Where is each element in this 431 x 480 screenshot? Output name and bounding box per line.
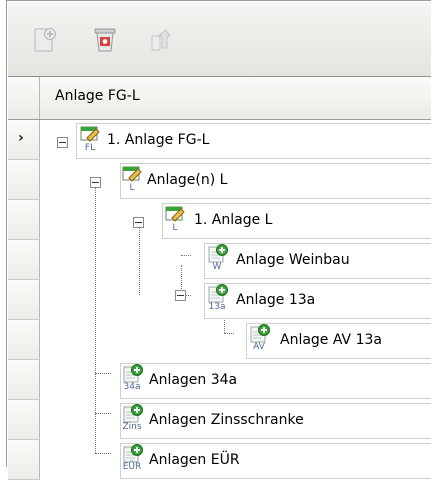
tree-grid: Anlage FG-L › FL 1. Anlage FG-L L Anlage…: [8, 77, 431, 480]
add-sheet-icon: 34a: [121, 363, 143, 393]
icon-subscript: EÜR: [122, 462, 142, 472]
add-sheet-icon: 13a: [206, 283, 228, 313]
tree-connector: [95, 373, 111, 374]
tree-connector: [181, 255, 191, 256]
icon-subscript: L: [172, 223, 178, 233]
column-header-label: Anlage FG-L: [55, 88, 140, 104]
row-label: Anlage Weinbau: [236, 252, 350, 268]
row-indicator[interactable]: ›: [8, 120, 40, 160]
toolbar: [8, 2, 431, 77]
icon-subscript: W: [212, 262, 222, 272]
column-header[interactable]: Anlage FG-L: [8, 77, 431, 120]
add-document-icon: [34, 28, 56, 52]
row-indicator[interactable]: [8, 320, 40, 360]
icon-subscript: AV: [253, 342, 265, 352]
app-frame: Anlage FG-L › FL 1. Anlage FG-L L Anlage…: [6, 0, 431, 480]
row-indicator[interactable]: [8, 400, 40, 440]
row-indicator[interactable]: [8, 160, 40, 200]
row-indicator[interactable]: [8, 200, 40, 240]
row-indicator[interactable]: [8, 280, 40, 320]
row-label: Anlagen Zinsschranke: [149, 412, 304, 428]
collapse-toggle[interactable]: [175, 290, 186, 301]
row-label: Anlagen 34a: [149, 372, 238, 388]
level-up-button[interactable]: [148, 26, 174, 54]
tree-connector: [224, 333, 234, 334]
row-label: Anlage(n) L: [147, 172, 228, 188]
add-document-button[interactable]: [32, 26, 58, 54]
tree-connector: [95, 453, 111, 454]
current-row-arrow-icon: ›: [18, 130, 24, 146]
icon-subscript: Zins: [122, 422, 142, 432]
header-indicator-cell: [8, 77, 40, 119]
icon-subscript: 13a: [208, 302, 226, 312]
add-sheet-icon: EÜR: [121, 443, 143, 473]
level-up-icon: [151, 29, 171, 51]
tree-connector: [95, 413, 111, 414]
delete-icon: [94, 28, 116, 52]
icon-subscript: FL: [84, 143, 96, 153]
folder-edit-icon: L: [121, 164, 143, 194]
collapse-toggle[interactable]: [90, 177, 101, 188]
add-sheet-icon: Zins: [121, 403, 143, 433]
add-sheet-icon: AV: [248, 323, 270, 353]
row-label: 1. Anlage FG-L: [107, 132, 210, 148]
folder-edit-icon: L: [164, 204, 186, 234]
tree-connector: [139, 225, 140, 295]
collapse-toggle[interactable]: [133, 217, 144, 228]
folder-edit-icon: FL: [79, 124, 101, 154]
icon-subscript: L: [129, 183, 135, 193]
row-label: Anlagen EÜR: [149, 452, 240, 468]
icon-subscript: 34a: [123, 382, 141, 392]
row-label: Anlage 13a: [236, 292, 316, 308]
add-sheet-icon: W: [206, 243, 228, 273]
row-label: 1. Anlage L: [194, 212, 273, 228]
row-indicator[interactable]: [8, 360, 40, 400]
row-label: Anlage AV 13a: [280, 332, 382, 348]
row-indicator[interactable]: [8, 440, 40, 480]
delete-button[interactable]: [92, 26, 118, 54]
row-indicator[interactable]: [8, 240, 40, 280]
collapse-toggle[interactable]: [57, 137, 68, 148]
